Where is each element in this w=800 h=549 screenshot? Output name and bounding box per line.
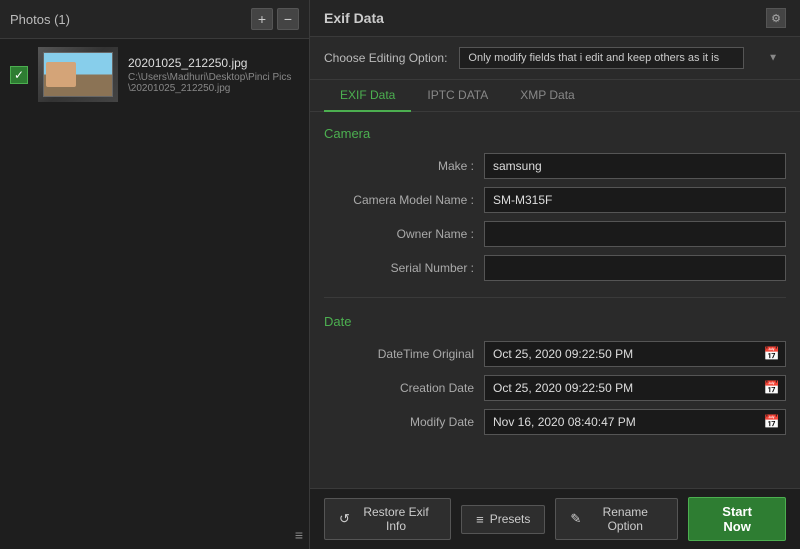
calendar-icon-1: 📅: [764, 346, 780, 362]
modify-date-input[interactable]: [484, 409, 786, 435]
make-row: Make :: [324, 153, 786, 179]
right-panel-header: Exif Data ⚙: [310, 0, 800, 37]
editing-option-label: Choose Editing Option:: [324, 51, 447, 65]
section-divider: [324, 297, 786, 298]
left-panel: Photos (1) + − 20201025_212250.jpg C:\Us…: [0, 0, 310, 549]
list-icon: ≡: [295, 527, 303, 543]
owner-name-input[interactable]: [484, 221, 786, 247]
camera-section-title: Camera: [324, 126, 786, 141]
presets-button[interactable]: ≡ Presets: [461, 505, 545, 534]
editing-option-wrapper: Only modify fields that i edit and keep …: [459, 47, 786, 69]
left-panel-header: Photos (1) + −: [0, 0, 309, 39]
photo-item: 20201025_212250.jpg C:\Users\Madhuri\Des…: [0, 39, 309, 110]
make-input[interactable]: [484, 153, 786, 179]
modify-date-row: Modify Date 📅: [324, 409, 786, 435]
bottom-bar: ↺ Restore Exif Info ≡ Presets ✎ Rename O…: [310, 488, 800, 549]
datetime-original-row: DateTime Original 📅: [324, 341, 786, 367]
presets-label: Presets: [490, 512, 531, 526]
rename-option-button[interactable]: ✎ Rename Option: [555, 498, 678, 540]
owner-name-row: Owner Name :: [324, 221, 786, 247]
serial-number-row: Serial Number :: [324, 255, 786, 281]
date-section-title: Date: [324, 314, 786, 329]
restore-icon: ↺: [339, 511, 350, 527]
camera-model-input[interactable]: [484, 187, 786, 213]
photo-checkbox[interactable]: [10, 66, 28, 84]
creation-date-label: Creation Date: [324, 381, 484, 395]
camera-model-row: Camera Model Name :: [324, 187, 786, 213]
calendar-icon-3: 📅: [764, 414, 780, 430]
panel-options-icon[interactable]: ⚙: [766, 8, 786, 28]
photo-thumbnail: [38, 47, 118, 102]
app-container: Photos (1) + − 20201025_212250.jpg C:\Us…: [0, 0, 800, 549]
editing-option-select[interactable]: Only modify fields that i edit and keep …: [459, 47, 744, 69]
creation-date-input[interactable]: [484, 375, 786, 401]
presets-icon: ≡: [476, 512, 484, 527]
photos-title: Photos (1): [10, 12, 70, 27]
creation-date-row: Creation Date 📅: [324, 375, 786, 401]
right-panel: Exif Data ⚙ Choose Editing Option: Only …: [310, 0, 800, 549]
content-area: Camera Make : Camera Model Name : Owner …: [310, 112, 800, 488]
exif-data-title: Exif Data: [324, 10, 384, 26]
editing-options-bar: Choose Editing Option: Only modify field…: [310, 37, 800, 80]
modify-date-label: Modify Date: [324, 415, 484, 429]
rename-icon: ✎: [570, 511, 581, 527]
serial-number-label: Serial Number :: [324, 261, 484, 275]
tab-iptc[interactable]: IPTC DATA: [411, 80, 504, 112]
start-now-button[interactable]: Start Now: [688, 497, 786, 541]
owner-name-label: Owner Name :: [324, 227, 484, 241]
datetime-original-label: DateTime Original: [324, 347, 484, 361]
serial-number-input[interactable]: [484, 255, 786, 281]
photo-path: C:\Users\Madhuri\Desktop\Pinci Pics\2020…: [128, 72, 299, 94]
restore-label: Restore Exif Info: [356, 505, 436, 533]
photo-info: 20201025_212250.jpg C:\Users\Madhuri\Des…: [128, 56, 299, 94]
datetime-original-input[interactable]: [484, 341, 786, 367]
tab-exif[interactable]: EXIF Data: [324, 80, 411, 112]
camera-model-label: Camera Model Name :: [324, 193, 484, 207]
photo-buttons: + −: [251, 8, 299, 30]
modify-date-wrapper: 📅: [484, 409, 786, 435]
remove-photo-button[interactable]: −: [277, 8, 299, 30]
photo-name: 20201025_212250.jpg: [128, 56, 299, 70]
tab-xmp[interactable]: XMP Data: [504, 80, 590, 112]
calendar-icon-2: 📅: [764, 380, 780, 396]
restore-exif-button[interactable]: ↺ Restore Exif Info: [324, 498, 451, 540]
make-label: Make :: [324, 159, 484, 173]
left-panel-bottom: ≡: [0, 521, 309, 549]
creation-date-wrapper: 📅: [484, 375, 786, 401]
tabs-bar: EXIF Data IPTC DATA XMP Data: [310, 80, 800, 112]
datetime-original-wrapper: 📅: [484, 341, 786, 367]
photo-image: [38, 47, 118, 102]
add-photo-button[interactable]: +: [251, 8, 273, 30]
rename-label: Rename Option: [587, 505, 663, 533]
